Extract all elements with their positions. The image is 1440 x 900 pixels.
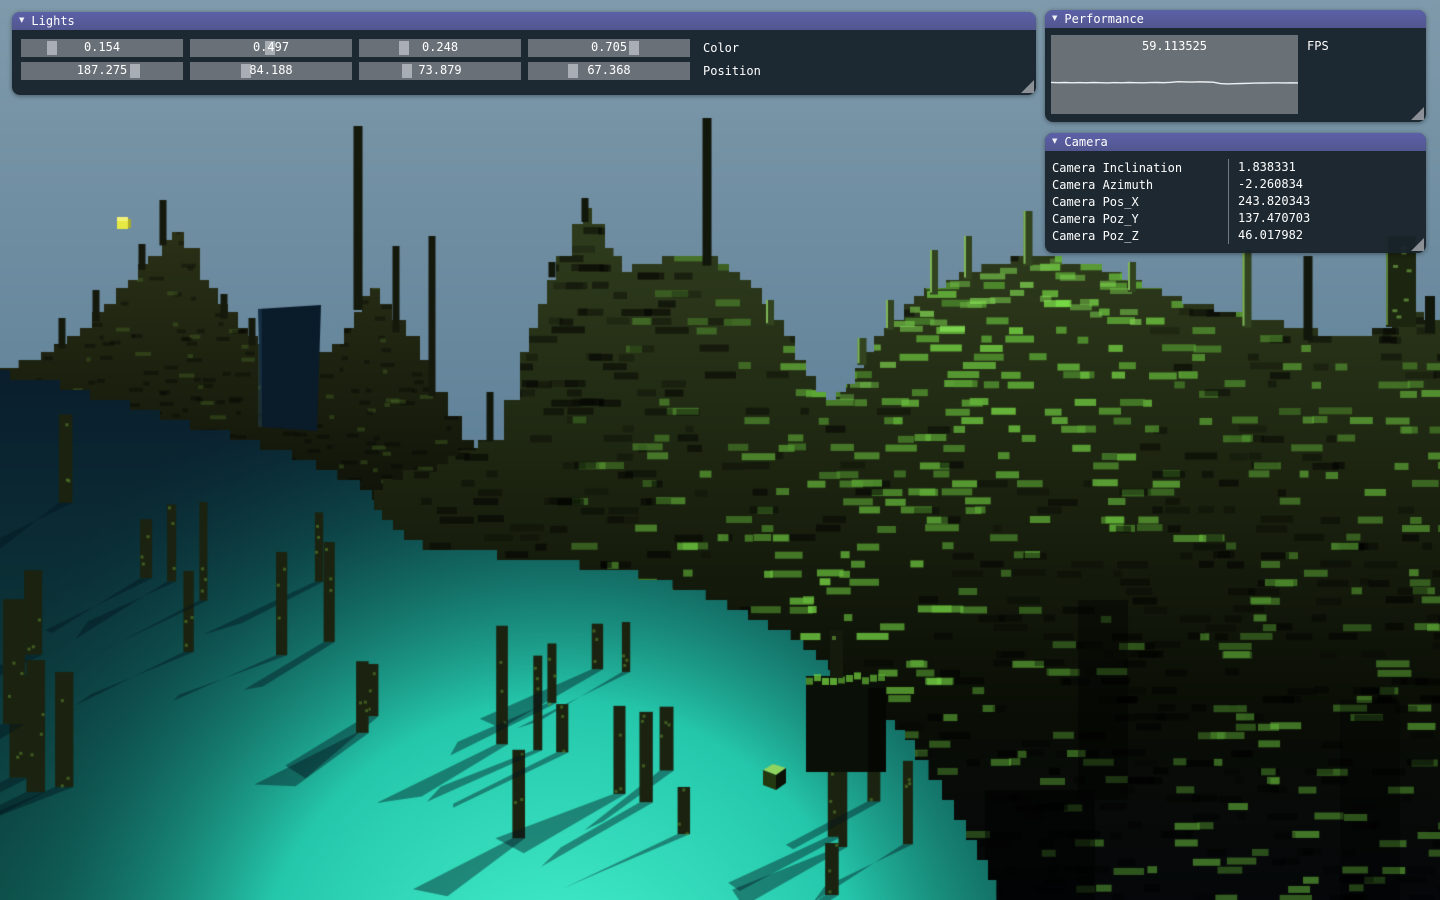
light-position-slider-1[interactable]: 187.275: [21, 62, 183, 80]
camera-panel-header[interactable]: ▼ Camera: [1045, 133, 1426, 151]
performance-panel: ▼ Performance 59.113525 FPS: [1045, 10, 1426, 122]
light-color-row: 0.154 0.497 0.248 0.705 Color: [21, 39, 1036, 57]
collapse-icon: ▼: [19, 12, 24, 30]
camera-row-value: -2.260834: [1228, 176, 1303, 193]
camera-row-value: 1.838331: [1228, 159, 1296, 176]
lights-panel-header[interactable]: ▼ Lights: [12, 12, 1036, 30]
resize-grip-icon[interactable]: [1021, 80, 1034, 93]
slider-value: 67.368: [528, 63, 690, 77]
camera-row-label: Camera Inclination: [1052, 161, 1228, 175]
light-color-slider-1[interactable]: 0.154: [21, 39, 183, 57]
performance-panel-header[interactable]: ▼ Performance: [1045, 10, 1426, 28]
position-row-label: Position: [703, 64, 761, 78]
slider-value: 0.497: [190, 40, 352, 54]
resize-grip-icon[interactable]: [1411, 238, 1424, 251]
camera-row-label: Camera Poz_Y: [1052, 212, 1228, 226]
color-row-label: Color: [703, 41, 739, 55]
camera-row: Camera Azimuth -2.260834: [1045, 176, 1426, 193]
camera-rows: Camera Inclination 1.838331 Camera Azimu…: [1045, 159, 1426, 244]
slider-value: 0.154: [21, 40, 183, 54]
light-color-slider-3[interactable]: 0.248: [359, 39, 521, 57]
camera-row-label: Camera Azimuth: [1052, 178, 1228, 192]
performance-panel-title: Performance: [1064, 10, 1143, 28]
camera-row: Camera Poz_Z 46.017982: [1045, 227, 1426, 244]
camera-row: Camera Poz_Y 137.470703: [1045, 210, 1426, 227]
collapse-icon: ▼: [1052, 133, 1057, 151]
light-position-row: 187.275 84.188 73.879 67.368 Position: [21, 62, 1036, 80]
fps-graph: 59.113525: [1051, 35, 1298, 114]
collapse-icon: ▼: [1052, 10, 1057, 28]
fps-value: 59.113525: [1051, 39, 1298, 53]
light-position-slider-4[interactable]: 67.368: [528, 62, 690, 80]
light-color-slider-4[interactable]: 0.705: [528, 39, 690, 57]
slider-value: 73.879: [359, 63, 521, 77]
camera-row: Camera Inclination 1.838331: [1045, 159, 1426, 176]
resize-grip-icon[interactable]: [1411, 107, 1424, 120]
camera-row-value: 243.820343: [1228, 193, 1310, 210]
camera-row-label: Camera Pos_X: [1052, 195, 1228, 209]
camera-row: Camera Pos_X 243.820343: [1045, 193, 1426, 210]
app-window: ▼ Lights 0.154 0.497 0.248 0.705 Color: [0, 0, 1440, 900]
lights-panel: ▼ Lights 0.154 0.497 0.248 0.705 Color: [12, 12, 1036, 95]
light-position-slider-2[interactable]: 84.188: [190, 62, 352, 80]
slider-value: 0.248: [359, 40, 521, 54]
camera-panel: ▼ Camera Camera Inclination 1.838331 Cam…: [1045, 133, 1426, 253]
camera-panel-title: Camera: [1064, 133, 1107, 151]
slider-value: 187.275: [21, 63, 183, 77]
slider-value: 84.188: [190, 63, 352, 77]
fps-label: FPS: [1307, 39, 1329, 53]
lights-panel-title: Lights: [31, 12, 74, 30]
light-position-slider-3[interactable]: 73.879: [359, 62, 521, 80]
camera-row-label: Camera Poz_Z: [1052, 229, 1228, 243]
camera-row-value: 46.017982: [1228, 227, 1303, 244]
slider-value: 0.705: [528, 40, 690, 54]
light-color-slider-2[interactable]: 0.497: [190, 39, 352, 57]
camera-row-value: 137.470703: [1228, 210, 1310, 227]
